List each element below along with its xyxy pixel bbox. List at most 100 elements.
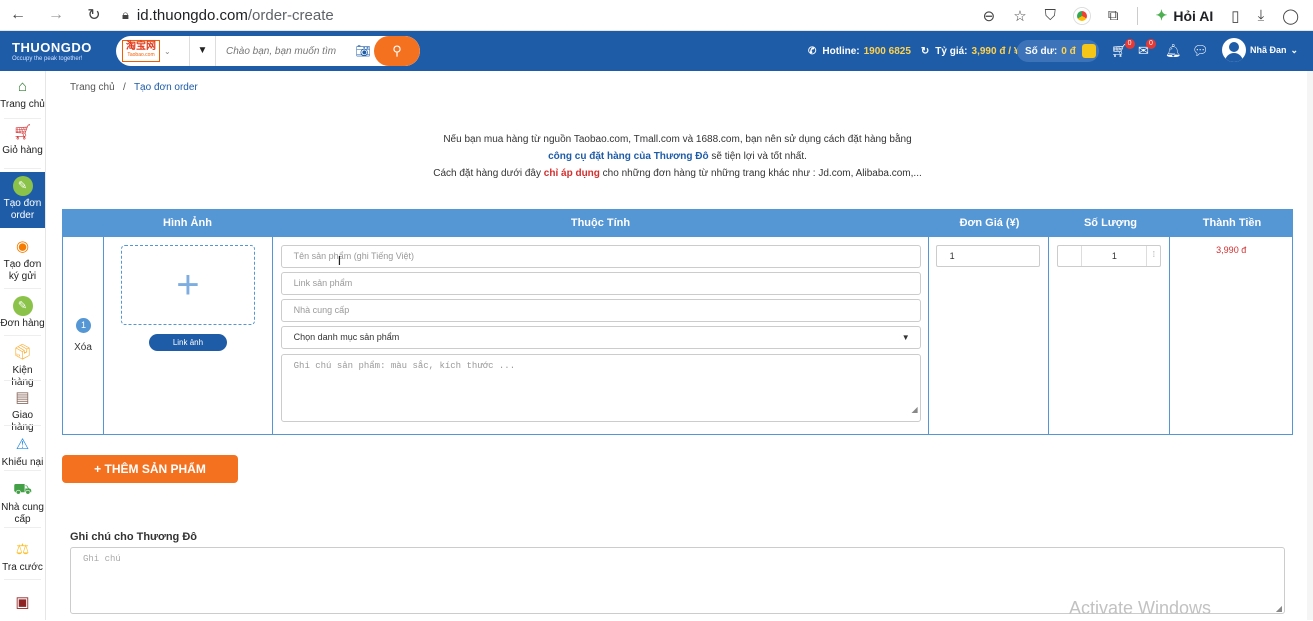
home-icon: ⌂ bbox=[17, 78, 28, 95]
category-select[interactable]: Chọn danh mục sản phẩm ▼ bbox=[280, 326, 921, 349]
quantity-value[interactable]: 1 bbox=[1082, 246, 1146, 266]
row-number-badge: 1 bbox=[76, 318, 91, 333]
sidebar-item-packages[interactable]: 📦︎ Kiện hàng bbox=[0, 343, 45, 388]
quantity-decrement-button[interactable] bbox=[1058, 246, 1083, 266]
camera-icon[interactable]: 📷︎ bbox=[354, 44, 372, 58]
profile-icon[interactable]: ◯ bbox=[1282, 7, 1299, 25]
sidebar-item-label: Tạo đơn order bbox=[3, 198, 42, 221]
quantity-cell: 1 ⁞ bbox=[1049, 237, 1171, 434]
toolbar-divider bbox=[1136, 6, 1138, 25]
search-icon: ⚲ bbox=[392, 43, 402, 58]
balance-pill[interactable]: Số dư: 0 đ bbox=[1017, 40, 1099, 62]
sidebar-item-home[interactable]: ⌂ Trang chủ bbox=[0, 77, 45, 119]
sidebar-item-cart[interactable]: 🛒︎ Giỏ hàng bbox=[0, 123, 45, 169]
sidebar-item-label: Giỏ hàng bbox=[2, 145, 43, 156]
order-icon: ✎ bbox=[12, 176, 33, 196]
split-view-icon[interactable]: ▯ bbox=[1231, 7, 1239, 25]
cart-icon: 🛒︎ bbox=[12, 124, 33, 141]
url-path: /order-create bbox=[247, 6, 334, 24]
unit-price-cell: 1 bbox=[929, 237, 1050, 434]
notice-line-2: công cụ đặt hàng của Thương Đô sẽ tiện l… bbox=[62, 148, 1293, 165]
product-table: Hình Ảnh Thuộc Tính Đơn Giá (¥) Số Lượng… bbox=[62, 209, 1293, 435]
user-menu[interactable]: Nhã Đan ⌄ bbox=[1222, 38, 1298, 62]
quantity-increment-button[interactable]: ⁞ bbox=[1146, 246, 1160, 266]
lock-icon[interactable]: 🔒︎ bbox=[122, 7, 129, 23]
bookmark-star-icon[interactable]: ☆ bbox=[1013, 7, 1026, 25]
image-upload-area[interactable]: + bbox=[120, 245, 255, 325]
chevron-down-icon: ⌄ bbox=[164, 46, 171, 56]
shield-icon[interactable]: ⛉ bbox=[1045, 7, 1056, 24]
order-note-label: Ghi chú cho Thương Đô bbox=[70, 531, 197, 543]
back-icon[interactable]: ← bbox=[8, 6, 28, 24]
product-note-placeholder: Ghi chú sản phẩm: màu sắc, kích thước ..… bbox=[293, 361, 516, 371]
extension-color-icon[interactable] bbox=[1073, 7, 1090, 24]
bell-icon[interactable]: 🔔︎ bbox=[1165, 43, 1182, 59]
source-selector[interactable]: 淘宝网 Taobao.com ⌄ bbox=[116, 36, 190, 66]
extensions-icon[interactable]: ⧉ bbox=[1108, 7, 1119, 24]
product-name-field[interactable]: Tên sản phẩm (ghi Tiếng Việt) bbox=[280, 245, 921, 268]
image-link-button[interactable]: Link ảnh bbox=[148, 334, 227, 351]
sidebar-item-label: Nhà cung cấp bbox=[1, 502, 44, 525]
order-tool-link[interactable]: công cụ đặt hàng của Thương Đô bbox=[548, 151, 708, 162]
notice-line-3-pre: Cách đặt hàng dưới đây bbox=[433, 168, 544, 179]
chat-icon[interactable]: 💬︎ bbox=[1192, 43, 1209, 59]
sidebar-item-suppliers[interactable]: ⛟ Nhà cung cấp bbox=[0, 480, 45, 528]
product-note-field[interactable]: Ghi chú sản phẩm: màu sắc, kích thước ..… bbox=[280, 354, 921, 422]
sidebar-item-label: Tạo đơn ký gửi bbox=[3, 259, 42, 282]
quantity-stepper[interactable]: 1 ⁞ bbox=[1057, 245, 1162, 267]
hotline-value: 1900 6825 bbox=[863, 45, 911, 57]
row-total-value: 3,990 đ bbox=[1216, 245, 1247, 255]
breadcrumb-current: Tạo đơn order bbox=[133, 82, 198, 93]
delivery-icon: ▤ bbox=[15, 389, 30, 406]
caret-down-icon: ▼ bbox=[901, 333, 910, 342]
search-dropdown-button[interactable]: ▼ bbox=[190, 36, 216, 66]
wallet-icon bbox=[1081, 44, 1096, 58]
phone-icon: ✆ bbox=[808, 45, 817, 57]
notice-highlight: chỉ áp dụng bbox=[543, 168, 600, 179]
breadcrumb-home[interactable]: Trang chủ bbox=[70, 82, 115, 93]
column-header-quantity: Số Lượng bbox=[1083, 217, 1138, 229]
site-logo[interactable]: THUONGDO Occupy the peak together! bbox=[12, 40, 104, 62]
sidebar-item-create-order[interactable]: ✎ Tạo đơn order bbox=[0, 172, 45, 228]
cart-icon[interactable]: 🛒︎ 0 bbox=[1111, 39, 1135, 59]
delete-row-button[interactable]: Xóa bbox=[63, 342, 103, 353]
search-button[interactable]: ⚲ bbox=[374, 36, 420, 66]
product-link-field[interactable]: Link sản phẩm bbox=[280, 272, 921, 295]
sidebar-item-label: Tra cước bbox=[2, 562, 43, 573]
page-scrollbar[interactable] bbox=[1307, 71, 1313, 620]
reload-icon[interactable]: ↻ bbox=[84, 5, 104, 25]
sidebar-item-orders[interactable]: ✎ Đơn hàng bbox=[0, 296, 45, 336]
add-product-button[interactable]: + THÊM SẢN PHẨM bbox=[62, 455, 238, 483]
column-header-image: Hình Ảnh bbox=[163, 217, 212, 229]
column-header-unit-price: Đơn Giá (¥) bbox=[959, 217, 1020, 229]
unit-price-input[interactable]: 1 bbox=[935, 245, 1040, 267]
forward-icon[interactable]: → bbox=[46, 6, 66, 24]
breadcrumb: Trang chủ / Tạo đơn order bbox=[70, 82, 198, 93]
sidebar-item-delivery[interactable]: ▤ Giao hàng bbox=[0, 388, 45, 433]
sidebar-item-complaints[interactable]: ⚠ Khiếu nại bbox=[0, 435, 45, 471]
supplier-field[interactable]: Nhà cung cấp bbox=[280, 299, 921, 322]
column-header-total: Thành Tiền bbox=[1202, 217, 1262, 229]
wallet-icon: ▣ bbox=[15, 594, 30, 611]
balance-label: Số dư: bbox=[1025, 45, 1058, 57]
column-header-attributes: Thuộc Tính bbox=[570, 217, 631, 229]
mail-icon[interactable]: ✉ 0 bbox=[1138, 39, 1156, 59]
sidebar-item-shipping-rates[interactable]: ⚖ Tra cước bbox=[0, 540, 45, 580]
resize-handle-icon[interactable]: ◢ bbox=[912, 399, 918, 421]
consignment-icon: ◉ bbox=[15, 238, 30, 255]
avatar bbox=[1222, 38, 1246, 62]
table-header: Hình Ảnh Thuộc Tính Đơn Giá (¥) Số Lượng… bbox=[62, 209, 1293, 237]
order-notice: Nếu bạn mua hàng từ nguồn Taobao.com, Tm… bbox=[62, 131, 1293, 182]
orders-icon: ✎ bbox=[12, 296, 33, 316]
sidebar-item-wallet[interactable]: ▣ bbox=[0, 593, 45, 621]
search-input[interactable] bbox=[226, 45, 354, 57]
ask-ai-button[interactable]: ✦ Hỏi AI bbox=[1156, 7, 1214, 24]
sidebar-item-consignment[interactable]: ◉ Tạo đơn ký gửi bbox=[0, 237, 45, 289]
breadcrumb-separator: / bbox=[123, 82, 126, 93]
browser-toolbar: ← → ↻ 🔒︎ id.thuongdo.com/order-create ⊖ … bbox=[0, 0, 1313, 31]
download-icon[interactable]: ⤓ bbox=[1258, 7, 1265, 24]
address-bar[interactable]: id.thuongdo.com/order-create bbox=[137, 7, 334, 24]
resize-handle-icon[interactable]: ◢ bbox=[1276, 604, 1282, 613]
zoom-out-icon[interactable]: ⊖ bbox=[983, 7, 996, 25]
header-info: ✆ Hotline: 1900 6825 ↻ Tỷ giá: 3,990 đ /… bbox=[808, 31, 1019, 71]
